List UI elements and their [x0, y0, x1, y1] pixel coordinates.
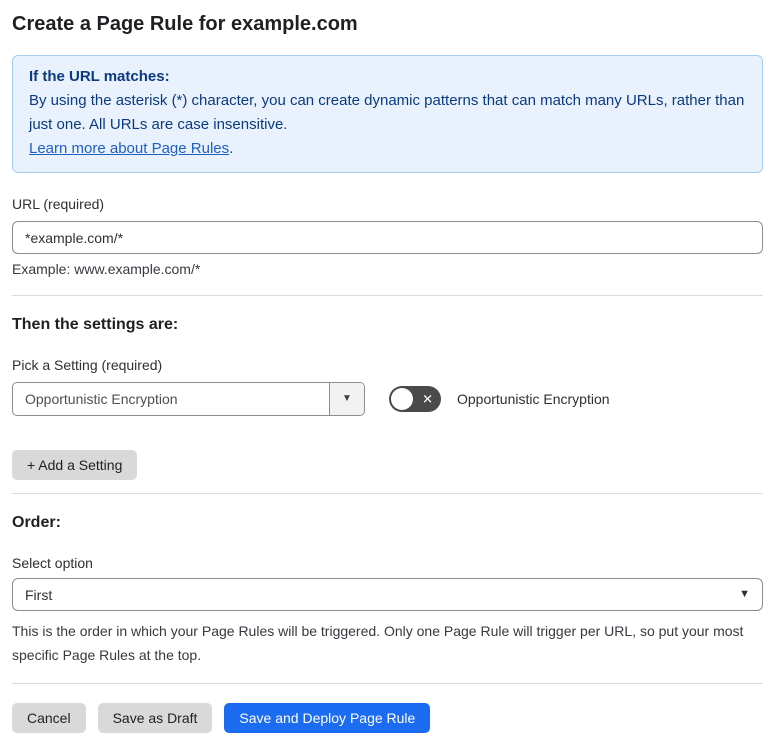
setting-dropdown-value: Opportunistic Encryption — [25, 391, 178, 407]
footer-actions: Cancel Save as Draft Save and Deploy Pag… — [12, 703, 763, 733]
divider-order — [12, 493, 763, 494]
url-input[interactable] — [12, 221, 763, 254]
order-section-heading: Order: — [12, 514, 61, 531]
setting-dropdown[interactable]: Opportunistic Encryption ▼ — [12, 382, 365, 416]
add-setting-button[interactable]: + Add a Setting — [12, 450, 138, 480]
url-match-info-box: If the URL matches: By using the asteris… — [12, 55, 763, 173]
setting-row: Opportunistic Encryption ▼ ✕ Opportunist… — [12, 382, 763, 416]
order-help-text: This is the order in which your Page Rul… — [12, 623, 744, 663]
cancel-button[interactable]: Cancel — [12, 703, 86, 733]
chevron-down-icon: ▼ — [342, 393, 352, 404]
url-example-hint: Example: www.example.com/* — [12, 261, 201, 277]
save-and-deploy-button[interactable]: Save and Deploy Page Rule — [224, 703, 431, 733]
order-select-label: Select option — [12, 555, 93, 571]
chevron-down-icon: ▼ — [739, 588, 750, 600]
setting-dropdown-arrow-button[interactable]: ▼ — [329, 383, 364, 415]
toggle-label: Opportunistic Encryption — [457, 391, 610, 407]
info-box-body: By using the asterisk (*) character, you… — [29, 92, 745, 133]
order-select-value: First — [25, 586, 53, 603]
pick-setting-label: Pick a Setting (required) — [12, 357, 163, 373]
url-field-label: URL (required) — [12, 196, 105, 212]
info-box-heading: If the URL matches: — [29, 68, 170, 85]
order-select[interactable]: First ▼ — [12, 578, 763, 611]
settings-section-heading: Then the settings are: — [12, 316, 179, 333]
divider-footer — [12, 683, 763, 684]
link-suffix: . — [229, 140, 234, 157]
page-title: Create a Page Rule for example.com — [12, 13, 358, 35]
toggle-off-x-icon: ✕ — [422, 391, 433, 407]
toggle-knob — [391, 388, 413, 410]
save-as-draft-button[interactable]: Save as Draft — [97, 703, 213, 733]
learn-more-link[interactable]: Learn more about Page Rules — [29, 140, 229, 157]
divider-settings — [12, 295, 763, 296]
info-box-link-line: Learn more about Page Rules. — [29, 137, 746, 161]
opportunistic-encryption-toggle[interactable]: ✕ — [389, 386, 441, 412]
